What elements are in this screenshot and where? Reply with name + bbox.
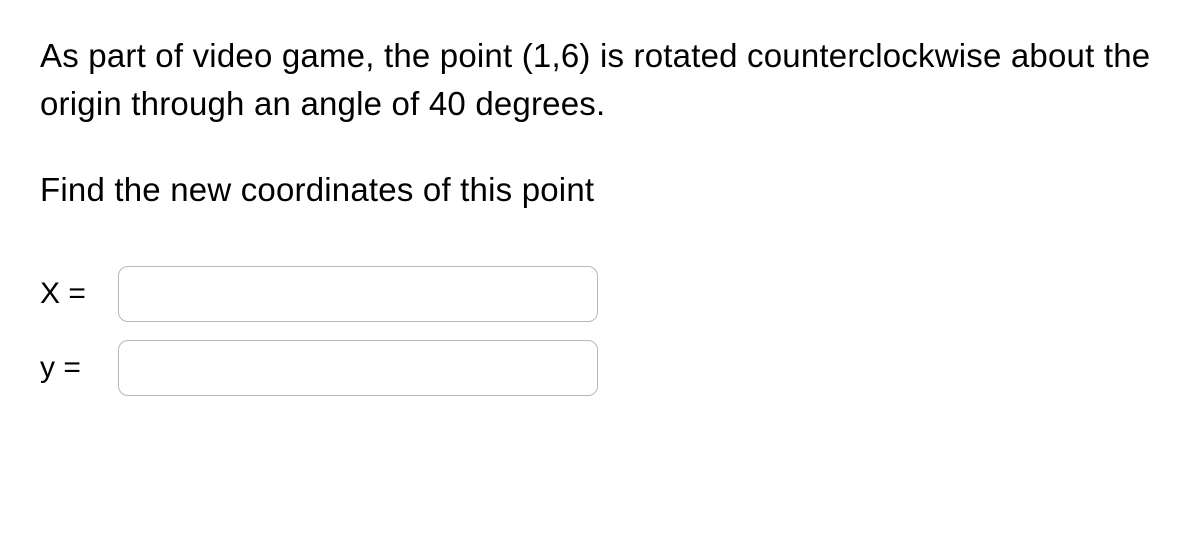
instruction-text: Find the new coordinates of this point (40, 166, 1160, 214)
y-label: y = (40, 351, 118, 385)
y-input-row: y = (40, 340, 1160, 396)
x-input-row: X = (40, 266, 1160, 322)
x-input[interactable] (118, 266, 598, 322)
problem-statement: As part of video game, the point (1,6) i… (40, 32, 1160, 128)
x-label: X = (40, 277, 118, 311)
y-input[interactable] (118, 340, 598, 396)
